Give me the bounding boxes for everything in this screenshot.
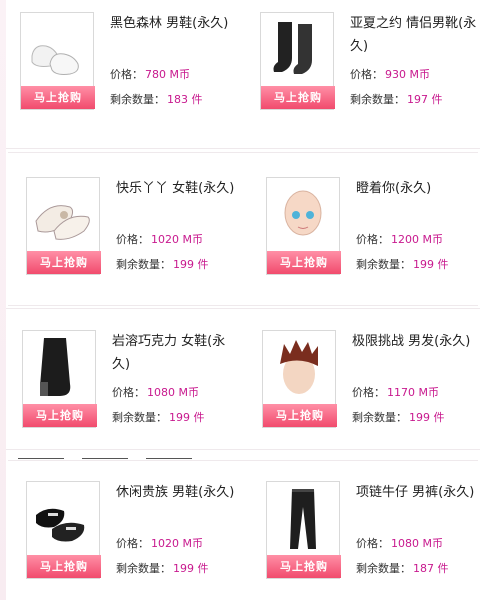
product-thumbnail[interactable]: 马上抢购 <box>26 177 101 275</box>
product-stock: 剩余数量： 199 件 <box>112 411 205 424</box>
product-name[interactable]: 项链牛仔 男裤(永久) <box>356 481 484 504</box>
product-stock: 剩余数量： 199 件 <box>116 562 209 575</box>
buy-now-button[interactable]: 马上抢购 <box>27 251 101 274</box>
product-thumbnail[interactable]: 马上抢购 <box>262 330 337 428</box>
spiky-hair-icon <box>280 340 318 394</box>
product-card: 马上抢购 休闲贵族 男鞋(永久) 价格： 1020 M币 剩余数量： 199 件 <box>26 481 246 581</box>
product-name[interactable]: 岩溶巧克力 女鞋(永久) <box>112 330 240 376</box>
black-heel-boot-icon <box>40 338 71 396</box>
product-price: 价格： 1200 M币 <box>356 233 443 246</box>
product-card: 马上抢购 岩溶巧克力 女鞋(永久) 价格： 1080 M币 剩余数量： 199 件 <box>22 330 242 430</box>
product-name[interactable]: 快乐丫丫 女鞋(永久) <box>116 177 244 200</box>
product-price: 价格： 1080 M币 <box>356 537 443 550</box>
product-thumbnail[interactable]: 马上抢购 <box>266 481 341 579</box>
product-card: 马上抢购 黑色森林 男鞋(永久) 价格： 780 M币 剩余数量： 183 件 <box>20 12 240 112</box>
product-name[interactable]: 亚夏之约 情侣男靴(永久) <box>350 12 478 58</box>
black-boots-icon <box>273 22 312 74</box>
buy-now-button[interactable]: 马上抢购 <box>27 555 101 578</box>
buy-now-button[interactable]: 马上抢购 <box>21 86 95 109</box>
black-jeans-icon <box>290 489 316 549</box>
product-name[interactable]: 瞪着你(永久) <box>356 177 484 200</box>
white-flats-icon <box>35 205 90 240</box>
buy-now-button[interactable]: 马上抢购 <box>23 404 97 427</box>
product-price: 价格： 930 M币 <box>350 68 430 81</box>
product-stock: 剩余数量： 199 件 <box>116 258 209 271</box>
product-thumbnail[interactable]: 马上抢购 <box>260 12 335 110</box>
product-card: 马上抢购 项链牛仔 男裤(永久) 价格： 1080 M币 剩余数量： 187 件 <box>266 481 486 581</box>
buy-now-button[interactable]: 马上抢购 <box>267 251 341 274</box>
product-name[interactable]: 极限挑战 男发(永久) <box>352 330 480 353</box>
product-name[interactable]: 休闲贵族 男鞋(永久) <box>116 481 244 504</box>
product-stock: 剩余数量： 187 件 <box>356 562 449 575</box>
product-card: 马上抢购 极限挑战 男发(永久) 价格： 1170 M币 剩余数量： 199 件 <box>262 330 482 430</box>
product-card: 马上抢购 快乐丫丫 女鞋(永久) 价格： 1020 M币 剩余数量： 199 件 <box>26 177 246 277</box>
product-stock: 剩余数量： 199 件 <box>356 258 449 271</box>
doll-face-icon <box>284 190 322 236</box>
product-stock: 剩余数量： 183 件 <box>110 93 203 106</box>
product-name[interactable]: 黑色森林 男鞋(永久) <box>110 12 238 35</box>
product-stock: 剩余数量： 199 件 <box>352 411 445 424</box>
product-price: 价格： 780 M币 <box>110 68 190 81</box>
product-price: 价格： 1020 M币 <box>116 233 203 246</box>
product-thumbnail[interactable]: 马上抢购 <box>26 481 101 579</box>
divider-dashes <box>18 451 210 462</box>
buy-now-button[interactable]: 马上抢购 <box>263 404 337 427</box>
product-card: 马上抢购 亚夏之约 情侣男靴(永久) 价格： 930 M币 剩余数量： 197 件 <box>260 12 480 112</box>
white-shoes-icon <box>31 45 79 75</box>
product-price: 价格： 1080 M币 <box>112 386 199 399</box>
product-card: 马上抢购 瞪着你(永久) 价格： 1200 M币 剩余数量： 199 件 <box>266 177 486 277</box>
buy-now-button[interactable]: 马上抢购 <box>267 555 341 578</box>
product-thumbnail[interactable]: 马上抢购 <box>22 330 97 428</box>
product-stock: 剩余数量： 197 件 <box>350 93 443 106</box>
buy-now-button[interactable]: 马上抢购 <box>261 86 335 109</box>
product-price: 价格： 1170 M币 <box>352 386 439 399</box>
product-price: 价格： 1020 M币 <box>116 537 203 550</box>
product-thumbnail[interactable]: 马上抢购 <box>266 177 341 275</box>
black-loafers-icon <box>36 508 85 542</box>
product-thumbnail[interactable]: 马上抢购 <box>20 12 95 110</box>
